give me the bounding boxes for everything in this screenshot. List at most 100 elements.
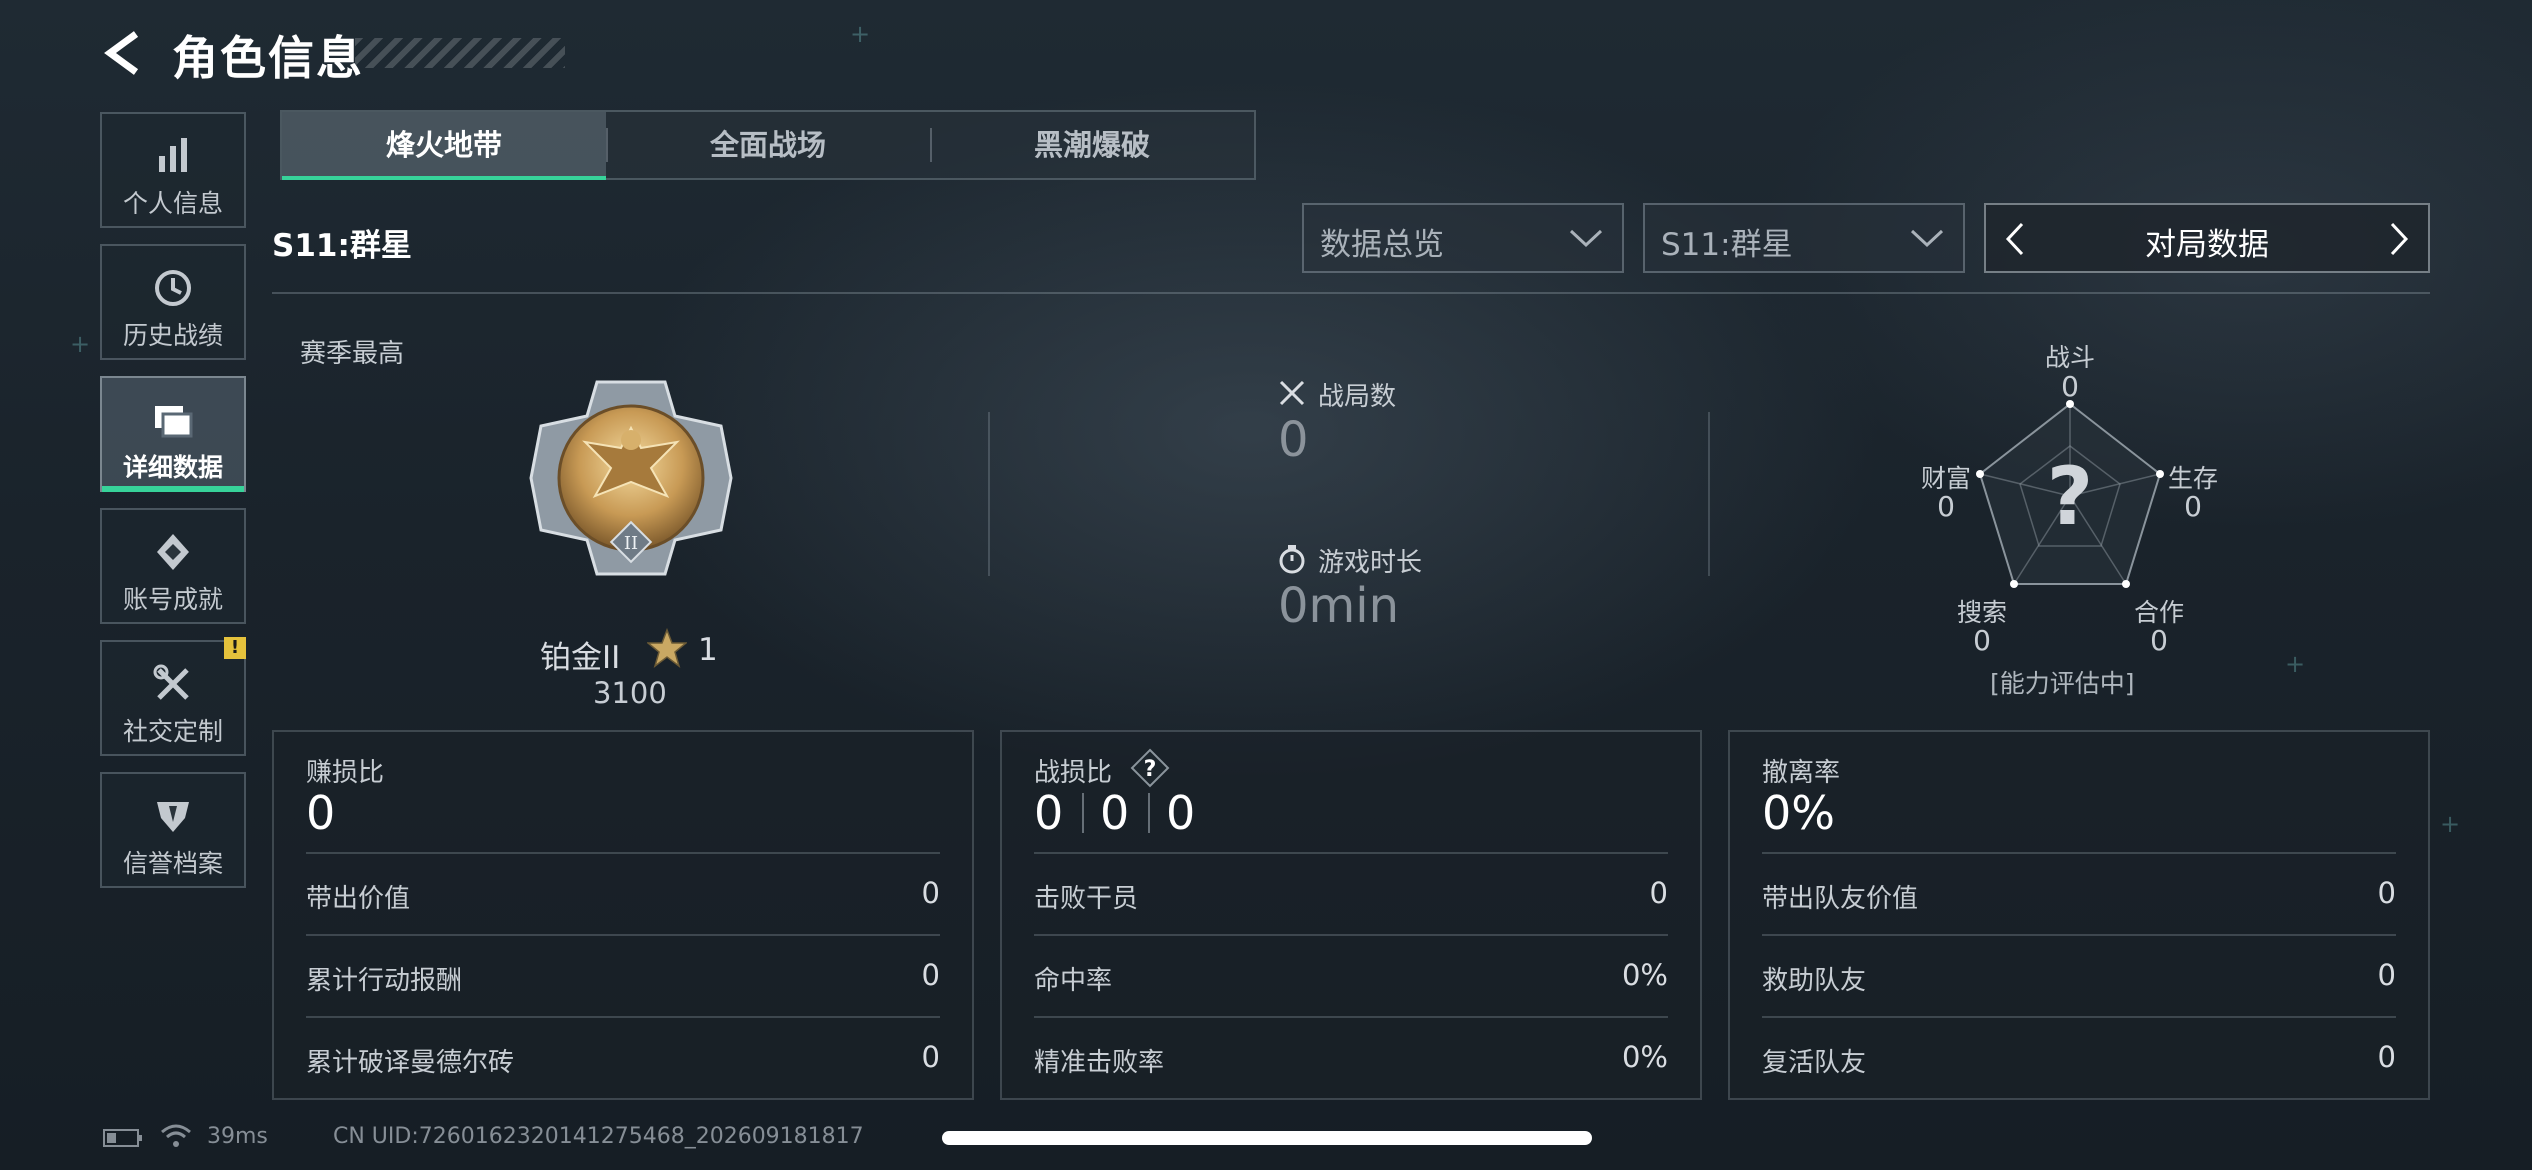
divider (1708, 412, 1710, 576)
radar-center-mark: ? (2047, 450, 2093, 543)
season-dropdown[interactable]: S11:群星 (1643, 203, 1965, 273)
stat-label: 带出价值 (306, 884, 411, 914)
stopwatch-icon (1279, 545, 1305, 574)
panel-title: 赚损比 (306, 758, 385, 788)
kd-value: 0 (1100, 786, 1130, 840)
stat-label: 复活队友 (1762, 1048, 1867, 1078)
matches-label: 战局数 (1318, 382, 1397, 412)
divider (1082, 793, 1084, 833)
rank-star-count: 1 (698, 632, 718, 668)
radar-value-wealth: 0 (1937, 490, 1955, 523)
mode-tabs: 烽火地带 全面战场 黑潮爆破 (280, 110, 1256, 180)
stat-value: 0 (2377, 958, 2396, 992)
achievement-icon (157, 534, 189, 570)
stat-row: 累计行动报酬 0 (306, 934, 940, 1018)
sidebar-item-label: 详细数据 (122, 453, 223, 482)
kd-value: 0 (1166, 786, 1196, 840)
stat-value: 0 (2377, 876, 2396, 910)
page-title: 角色信息 (172, 31, 364, 85)
stat-label: 命中率 (1034, 966, 1113, 996)
stat-value: 0% (1621, 1040, 1668, 1074)
stat-row: 累计破译曼德尔砖 0 (306, 1016, 940, 1100)
divider (988, 412, 990, 576)
kd-values: 0 0 0 (1034, 786, 1210, 840)
season-best-label: 赛季最高 (300, 339, 405, 369)
star-icon (647, 628, 687, 668)
stat-value: 0 (921, 1040, 940, 1074)
extract-panel: 撤离率 0% 带出队友价值 0 救助队友 0 复活队友 0 (1728, 730, 2430, 1100)
decor-plus: + (2440, 810, 2461, 838)
kd-value: 0 (1034, 786, 1064, 840)
stat-row: 精准击败率 0% (1034, 1016, 1668, 1100)
stat-value: 0 (1649, 876, 1668, 910)
radar-value-cooperation: 0 (2150, 624, 2168, 657)
decor-plus: + (850, 20, 871, 48)
sidebar-item-label: 社交定制 (122, 717, 223, 746)
stat-row: 命中率 0% (1034, 934, 1668, 1018)
wifi-icon (161, 1124, 191, 1147)
sidebar-item-reputation[interactable]: 信誉档案 (100, 772, 246, 888)
season-dropdown-value: S11:群星 (1661, 227, 1793, 263)
stat-label: 累计破译曼德尔砖 (306, 1048, 515, 1078)
shield-icon (157, 802, 189, 832)
uid-text: CN UID:7260162320141275468_202609181817 (333, 1124, 864, 1149)
stat-value: 0 (2377, 1040, 2396, 1074)
stat-label: 救助队友 (1762, 966, 1867, 996)
data-type-selector: 对局数据 (1984, 203, 2430, 273)
decor-plus: + (70, 330, 91, 358)
sidebar-item-history[interactable]: 历史战绩 (100, 244, 246, 360)
stat-label: 累计行动报酬 (306, 966, 463, 996)
data-type-value: 对局数据 (2145, 227, 2269, 263)
radar-value-combat: 0 (2061, 370, 2079, 403)
panel-title: 撤离率 (1762, 758, 1841, 788)
combat-panel: 战损比 ? 0 0 0 击败干员 0 命中率 0% 精准击败率 0% (1000, 730, 1702, 1100)
stat-value: 0 (921, 958, 940, 992)
title-decoration (355, 38, 565, 68)
tools-icon (153, 664, 189, 700)
sidebar-item-label: 信誉档案 (122, 849, 223, 878)
chevron-down-icon (1910, 229, 1944, 248)
radar-status: [能力评估中] (1990, 669, 2135, 698)
playtime-label: 游戏时长 (1318, 548, 1423, 578)
bar-chart-icon (159, 138, 187, 172)
sidebar-item-profile[interactable]: 个人信息 (100, 112, 246, 228)
decor-plus: + (2285, 650, 2306, 678)
tab-full-battlefield[interactable]: 全面战场 (606, 112, 930, 178)
crossed-swords-icon (1279, 380, 1305, 406)
ping-readout: 39ms (207, 1124, 268, 1149)
stat-row: 救助队友 0 (1762, 934, 2396, 1018)
rank-name: 铂金II (540, 640, 621, 676)
ability-radar-chart: ? (1976, 400, 2164, 588)
cards-icon (155, 406, 193, 438)
playtime-value: 0min (1278, 578, 1400, 634)
chevron-right-icon[interactable] (2384, 221, 2414, 257)
notification-badge: ! (224, 637, 246, 659)
sidebar-item-details[interactable]: 详细数据 (100, 376, 246, 492)
home-indicator[interactable] (942, 1131, 1592, 1145)
radar-label-combat: 战斗 (2044, 343, 2095, 372)
stat-row: 带出队友价值 0 (1762, 852, 2396, 936)
overview-dropdown[interactable]: 数据总览 (1302, 203, 1624, 273)
tab-warzone[interactable]: 烽火地带 (282, 112, 606, 180)
season-label: S11:群星 (272, 228, 412, 264)
sidebar-item-label: 个人信息 (122, 189, 223, 218)
divider (1148, 793, 1150, 833)
stat-row: 带出价值 0 (306, 852, 940, 936)
tab-dark-tide[interactable]: 黑潮爆破 (930, 112, 1254, 178)
profit-panel: 赚损比 0 带出价值 0 累计行动报酬 0 累计破译曼德尔砖 0 (272, 730, 974, 1100)
sidebar-item-label: 历史战绩 (122, 321, 223, 350)
sidebar-item-label: 账号成就 (122, 585, 223, 614)
svg-text:?: ? (1144, 757, 1157, 782)
help-icon[interactable]: ? (1130, 748, 1170, 788)
stat-row: 复活队友 0 (1762, 1016, 2396, 1100)
sidebar-item-achievements[interactable]: 账号成就 (100, 508, 246, 624)
radar-value-survival: 0 (2184, 490, 2202, 523)
svg-text:II: II (624, 533, 638, 554)
radar-value-search: 0 (1973, 624, 1991, 657)
panel-main-value: 0 (306, 786, 336, 840)
back-arrow-icon[interactable] (100, 28, 150, 78)
clock-icon (155, 270, 191, 306)
chevron-down-icon (1569, 229, 1603, 248)
divider (272, 292, 2430, 294)
battery-icon (103, 1129, 142, 1147)
